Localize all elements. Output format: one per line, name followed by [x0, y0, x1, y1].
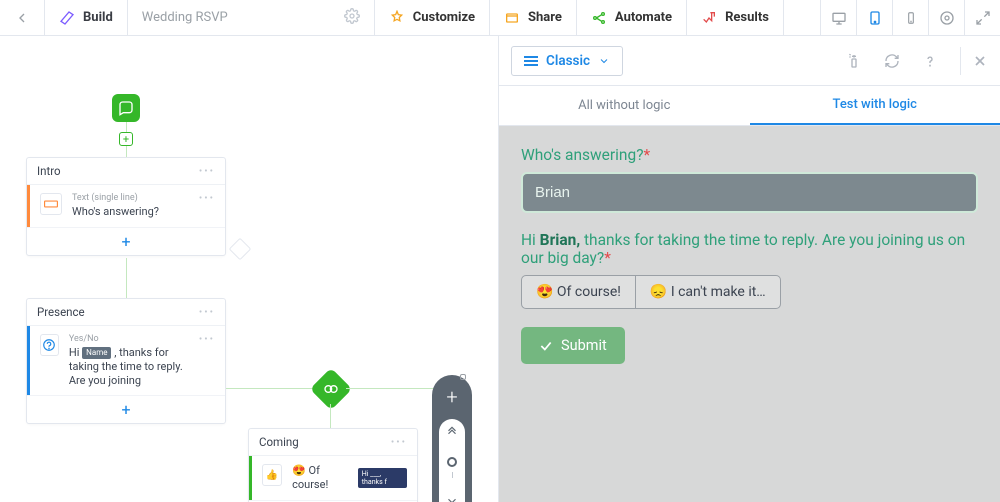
device-switcher	[820, 0, 1000, 35]
gear-icon[interactable]	[344, 8, 360, 28]
tab-all-without-logic[interactable]: All without logic	[499, 86, 750, 125]
flow-canvas[interactable]: + Intro ••• Text (single line) Who's ans…	[0, 36, 498, 502]
zoom-grip-icon	[460, 374, 466, 380]
classic-label: Classic	[546, 53, 590, 69]
menu-lines-icon	[524, 56, 538, 66]
text-field-icon	[40, 193, 62, 215]
card-menu-icon[interactable]: •••	[391, 437, 407, 448]
zoom-handle[interactable]	[447, 457, 457, 467]
form-preview: Who's answering?* Hi Brian, thanks for t…	[499, 126, 1000, 502]
automate-label: Automate	[615, 10, 672, 25]
required-star: *	[604, 249, 611, 267]
card-header: Intro •••	[27, 158, 225, 185]
card-coming[interactable]: Coming ••• 👍 😍 Of course! Hi ___, thanks…	[248, 428, 418, 502]
zoom-knob[interactable]	[439, 419, 465, 502]
add-field-button[interactable]: +	[27, 395, 225, 423]
tab-results[interactable]: Results	[687, 0, 784, 35]
card-body[interactable]: 👍 😍 Of course! Hi ___, thanks f	[249, 456, 417, 500]
preview-tabs: All without logic Test with logic	[499, 86, 1000, 126]
card-body[interactable]: Text (single line) Who's answering? •••	[27, 185, 225, 227]
build-label: Build	[83, 10, 113, 25]
field-type-label: Yes/No	[69, 334, 189, 344]
device-tablet[interactable]	[856, 0, 892, 35]
connector-line	[126, 258, 127, 298]
answer-1-input[interactable]	[521, 172, 978, 213]
share-label: Share	[528, 10, 562, 25]
card-title: Coming	[259, 435, 299, 449]
submit-button[interactable]: Submit	[521, 327, 625, 364]
required-star: *	[644, 146, 651, 164]
field-menu-icon[interactable]: •••	[199, 193, 215, 219]
settings-icon[interactable]	[928, 0, 964, 35]
tab-automate[interactable]: Automate	[577, 0, 687, 35]
editor-cursor[interactable]	[229, 238, 252, 261]
field-type-label: Text (single line)	[72, 193, 159, 203]
tab-test-with-logic[interactable]: Test with logic	[750, 86, 1000, 125]
help-icon[interactable]	[916, 47, 944, 75]
close-icon[interactable]	[960, 47, 988, 75]
card-menu-icon[interactable]: •••	[199, 166, 215, 177]
zoom-control[interactable]: +	[432, 375, 472, 502]
preview-panel: Classic All without logic Test with logi…	[498, 36, 1000, 502]
field-question: Hi Name , thanks for taking the time to …	[69, 346, 183, 387]
answer-chip: Hi ___, thanks f	[358, 468, 407, 488]
top-toolbar: Build Wedding RSVP Customize Share Autom…	[0, 0, 1000, 36]
card-presence[interactable]: Presence ••• Yes/No Hi Name , thanks for…	[26, 298, 226, 424]
chevron-down-icon	[598, 55, 610, 67]
tab-customize[interactable]: Customize	[375, 0, 490, 35]
connector-line	[330, 404, 331, 428]
fullscreen-icon[interactable]	[964, 0, 1000, 35]
form-name[interactable]: Wedding RSVP	[128, 0, 375, 35]
card-intro[interactable]: Intro ••• Text (single line) Who's answe…	[26, 157, 226, 256]
spray-icon[interactable]	[840, 47, 868, 75]
card-header: Presence •••	[27, 299, 225, 326]
tab-share[interactable]: Share	[490, 0, 577, 35]
refresh-icon[interactable]	[878, 47, 906, 75]
tab-build[interactable]: Build	[45, 0, 128, 35]
preview-toolbar: Classic	[499, 36, 1000, 86]
answer-text: 😍 Of course!	[292, 464, 352, 492]
add-field-button[interactable]: +	[27, 227, 225, 255]
card-menu-icon[interactable]: •••	[199, 307, 215, 318]
option-yes[interactable]: 😍 Of course!	[521, 275, 636, 309]
submit-label: Submit	[561, 337, 607, 354]
card-body[interactable]: Yes/No Hi Name , thanks for taking the t…	[27, 326, 225, 395]
chevron-up-icon[interactable]	[445, 425, 459, 439]
results-label: Results	[725, 10, 769, 25]
customize-label: Customize	[413, 10, 475, 25]
start-node[interactable]	[112, 94, 140, 122]
name-token: Name	[82, 347, 111, 359]
add-node-button[interactable]: +	[119, 132, 133, 146]
chevron-down-icon[interactable]	[445, 494, 459, 502]
answer-2-options: 😍 Of course! 😞 I can't make it…	[521, 275, 978, 309]
card-header: Coming •••	[249, 429, 417, 456]
yesno-icon	[40, 334, 59, 356]
field-menu-icon[interactable]: •••	[199, 334, 215, 387]
thumbsup-icon: 👍	[262, 464, 282, 486]
back-button[interactable]	[0, 0, 45, 35]
layout-classic-button[interactable]: Classic	[511, 46, 623, 76]
zoom-plus-icon[interactable]: +	[446, 385, 457, 409]
card-title: Intro	[37, 164, 61, 178]
question-1-label: Who's answering?*	[521, 146, 978, 164]
device-desktop[interactable]	[820, 0, 856, 35]
option-no[interactable]: 😞 I can't make it…	[636, 275, 781, 309]
respondent-name: Brian,	[540, 231, 580, 249]
form-name-text: Wedding RSVP	[142, 10, 228, 25]
connector-line	[226, 388, 319, 389]
device-phone[interactable]	[892, 0, 928, 35]
card-title: Presence	[37, 305, 85, 319]
question-2-label: Hi Brian, thanks for taking the time to …	[521, 231, 978, 267]
field-question: Who's answering?	[72, 205, 159, 218]
branch-node[interactable]	[310, 368, 352, 410]
check-icon	[539, 339, 553, 353]
